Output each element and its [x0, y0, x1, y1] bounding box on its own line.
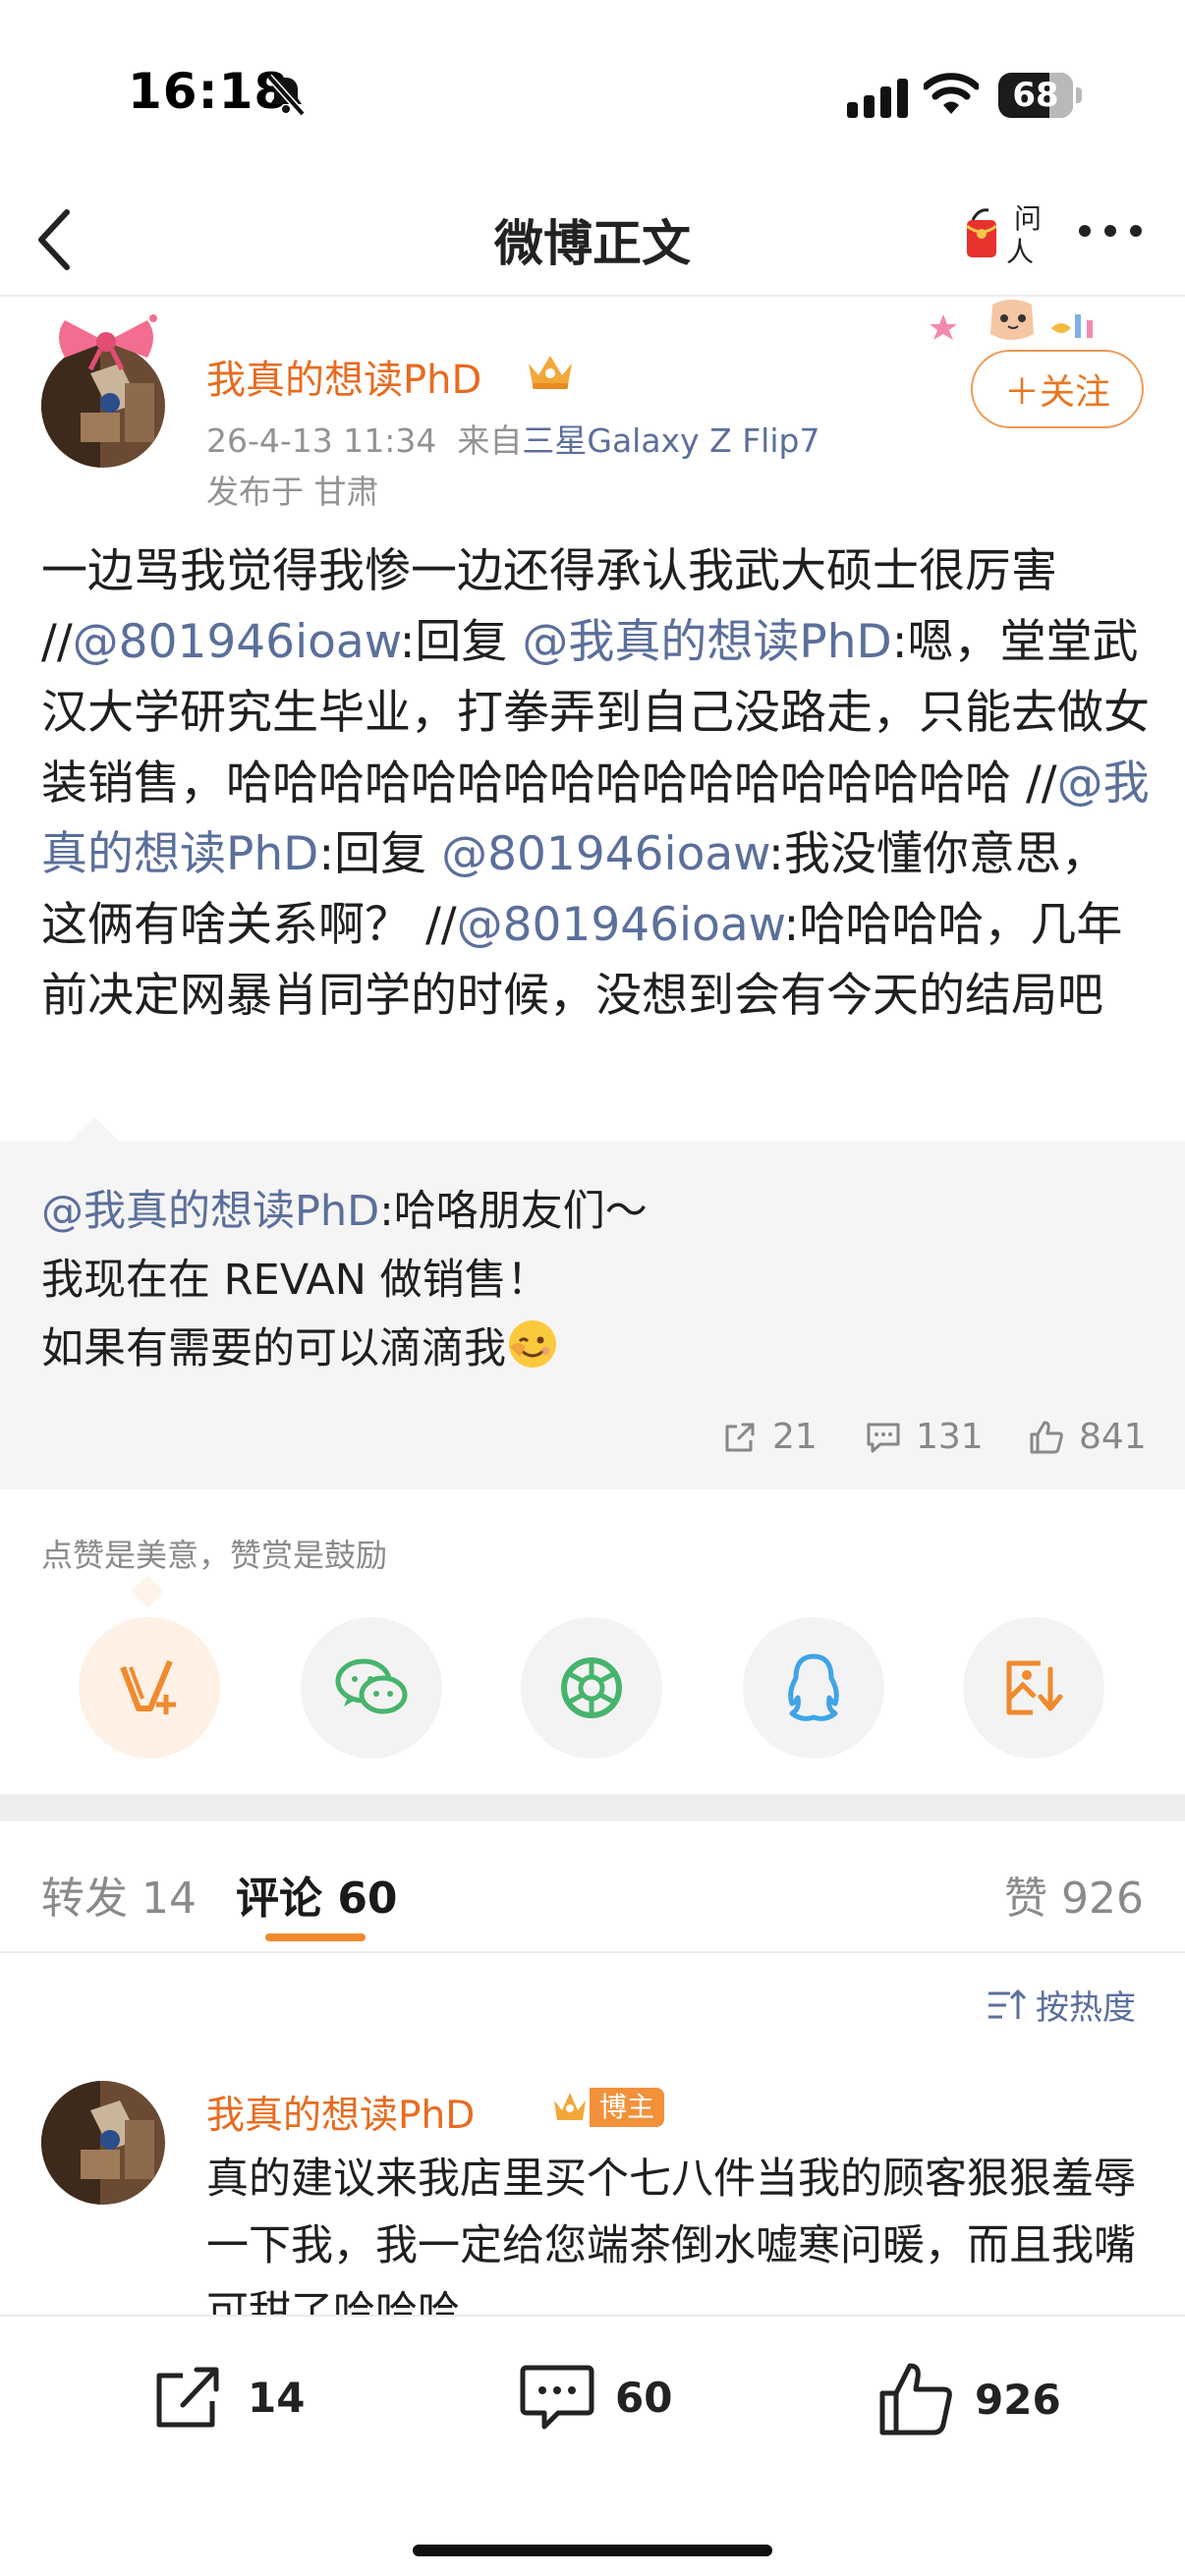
bottom-action-bar — [0, 2315, 1185, 2576]
post-mention-link[interactable]: @801946ioaw — [457, 898, 784, 952]
repost-text: @我真的想读PhD:哈咯朋友们～ 我现在在 REVAN 做销售！ 如果有需要的可… — [41, 1177, 1142, 1383]
follow-decoration-icon — [930, 300, 1093, 340]
repost-author[interactable]: @我真的想读PhD — [41, 1187, 379, 1236]
post-mention-link[interactable]: @801946ioaw — [441, 827, 768, 881]
reward-v-plus-button[interactable] — [79, 1617, 220, 1759]
home-indicator[interactable] — [413, 2545, 772, 2556]
tab-like[interactable]: 赞 926 — [1004, 1863, 1144, 1926]
bottom-repost-count: 14 — [248, 2373, 306, 2422]
reward-tip — [131, 1575, 164, 1608]
qq-icon — [788, 1653, 839, 1721]
tabs-divider — [0, 1951, 1185, 1953]
comment-icon — [867, 1423, 900, 1452]
reward-caption: 点赞是美意，赞赏是鼓励 — [41, 1537, 388, 1574]
wechat-icon — [335, 1658, 408, 1714]
post-source-prefix: 来自 — [457, 421, 523, 460]
tab-comment[interactable]: 评论 60 — [236, 1863, 398, 1926]
bow-decoration-icon — [59, 314, 157, 371]
tab-repost[interactable]: 转发 14 — [41, 1863, 197, 1926]
repost-line2: 我现在在 REVAN 做销售！ — [41, 1256, 549, 1305]
vip-crown-icon — [529, 356, 572, 389]
post-location: 发布于 甘肃 — [206, 473, 379, 511]
status-bar: 16:18 68 — [0, 0, 1185, 187]
bottom-comment-button[interactable]: 60 — [519, 2362, 672, 2433]
wink-emoji-icon — [509, 1320, 556, 1368]
post-meta: 26-4-13 11:34 来自三星Galaxy Z Flip7 — [206, 415, 819, 462]
post-mention-link[interactable]: @801946ioaw — [73, 615, 400, 669]
comment-username[interactable]: 我真的想读PhD — [206, 2085, 475, 2140]
tab-indicator — [265, 1933, 366, 1941]
battery-indicator: 68 — [998, 73, 1083, 118]
post-username-text: 我真的想读PhD — [206, 358, 482, 403]
vip-crown-icon — [554, 2093, 586, 2120]
section-gap — [0, 1794, 1185, 1821]
post-text: 一边骂我觉得我惨一边还得承认我武大硕士很厉害 //@801946ioaw:回复 … — [41, 536, 1152, 1032]
share-qq-button[interactable] — [743, 1617, 884, 1759]
comment-avatar[interactable] — [41, 2081, 165, 2205]
author-badge: 博主 — [550, 2087, 665, 2128]
bottom-repost-button[interactable]: 14 — [153, 2362, 305, 2433]
sort-icon — [988, 1988, 1026, 2019]
moments-icon — [561, 1657, 622, 1718]
repost-comment-count[interactable]: 131 — [865, 1417, 984, 1457]
wifi-icon — [924, 73, 979, 114]
repost-like-count[interactable]: 841 — [1028, 1417, 1147, 1457]
share-moments-button[interactable] — [521, 1617, 662, 1759]
sort-by-hot-button[interactable]: 按热度 — [987, 1981, 1136, 2029]
ask-text-top: 问 — [1014, 202, 1042, 235]
save-image-button[interactable] — [963, 1617, 1104, 1759]
repost-comment-value: 131 — [916, 1417, 984, 1457]
bell-muted-icon — [266, 74, 306, 117]
bottom-like-count: 926 — [975, 2375, 1061, 2424]
ask-text-bottom: 人 — [1006, 236, 1034, 268]
battery-percent: 68 — [1012, 76, 1059, 115]
bottom-like-button[interactable]: 926 — [878, 2362, 1061, 2436]
repost-line1: :哈咯朋友们～ — [379, 1187, 648, 1236]
post-text-segment: :回复 — [399, 615, 523, 669]
signal-icon — [847, 79, 908, 118]
follow-button[interactable]: ＋关注 — [971, 350, 1144, 428]
repost-like-value: 841 — [1079, 1417, 1147, 1457]
more-icon[interactable] — [1077, 216, 1144, 246]
save-image-icon — [1006, 1660, 1063, 1715]
thumbs-up-icon — [1030, 1421, 1063, 1453]
repost-share-value: 21 — [772, 1417, 818, 1457]
sort-label: 按热度 — [1036, 1988, 1136, 2028]
comment-bubble-icon — [520, 2365, 594, 2430]
repost-line3: 如果有需要的可以滴滴我 — [41, 1324, 506, 1373]
v-plus-icon — [120, 1659, 176, 1714]
share-icon — [725, 1423, 755, 1451]
like-icon — [879, 2363, 952, 2436]
bottom-comment-count: 60 — [615, 2373, 673, 2422]
repost-icon — [156, 2367, 219, 2428]
comment-text-content: 真的建议来我店里买个七八件当我的顾客狠狠羞辱一下我，我一定给您端茶倒水嘘寒问暖，… — [206, 2155, 1136, 2337]
post-username[interactable]: 我真的想读PhD — [206, 348, 481, 405]
post-text-segment: :回复 — [318, 827, 442, 881]
post-mention-link[interactable]: @我真的想读PhD — [522, 615, 891, 669]
repost-share-count[interactable]: 21 — [721, 1417, 818, 1457]
ask-red-envelope-icon[interactable]: 问 人 — [959, 191, 1044, 275]
nav-bar: 微博正文 问 人 — [0, 187, 1185, 295]
post-date: 26-4-13 11:34 — [206, 421, 437, 460]
share-wechat-button[interactable] — [301, 1617, 442, 1759]
comment-avatar-image — [41, 2081, 165, 2205]
author-badge-label: 博主 — [590, 2088, 665, 2127]
post-source-device[interactable]: 三星Galaxy Z Flip7 — [522, 421, 819, 460]
